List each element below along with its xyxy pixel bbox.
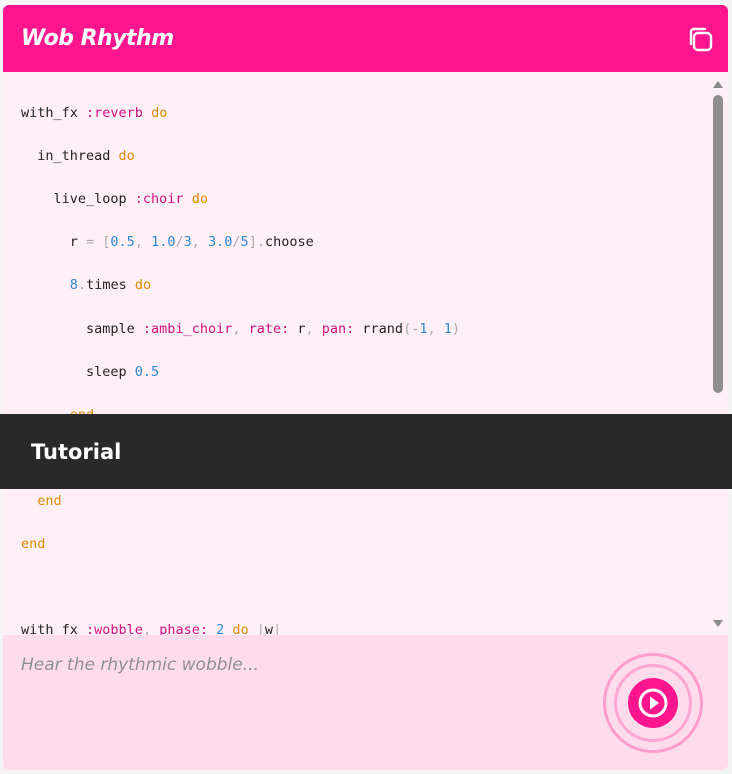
code-line[interactable]: sample :ambi_choir, rate: r, pan: rrand(…: [21, 319, 460, 339]
code-token: live_loop: [21, 191, 135, 207]
code-token: phase:: [159, 622, 208, 635]
code-token: ,: [134, 234, 152, 250]
code-token: with_fx: [21, 105, 87, 121]
code-token: :choir: [134, 191, 184, 207]
code-line[interactable]: r = [0.5, 1.0/3, 3.0/5].choose: [21, 232, 314, 252]
code-line[interactable]: live_loop :choir do: [21, 189, 208, 209]
code-token: sleep: [21, 364, 135, 380]
hint-text: Hear the rhythmic wobble...: [21, 655, 259, 675]
code-token: 1.0: [151, 234, 176, 250]
code-token: do: [118, 148, 135, 164]
code-token: :ambi_choir: [142, 321, 233, 337]
code-token: ,: [305, 321, 322, 337]
code-token: ,: [142, 622, 160, 635]
code-token: |: [273, 622, 282, 635]
copy-button[interactable]: [686, 25, 714, 53]
card-title: Wob Rhythm: [21, 26, 174, 51]
card-footer: Hear the rhythmic wobble...: [3, 635, 728, 770]
code-line[interactable]: end: [21, 491, 62, 511]
code-token: 5: [240, 234, 249, 250]
code-token: 3: [183, 234, 192, 250]
code-token: .: [77, 277, 87, 293]
code-token: do: [134, 277, 152, 293]
code-token: :wobble: [86, 622, 143, 635]
tutorial-label: Tutorial: [31, 439, 122, 464]
code-token: do: [142, 105, 168, 121]
code-line[interactable]: end: [21, 534, 45, 554]
code-token: ): [451, 321, 461, 337]
code-token: 0.5: [134, 364, 160, 380]
scroll-down-arrow-icon[interactable]: [713, 620, 723, 627]
scroll-thumb[interactable]: [713, 95, 723, 393]
code-token: w: [264, 622, 274, 635]
code-line[interactable]: in_thread do: [21, 146, 135, 166]
code-token: ,: [427, 321, 444, 337]
code-token: /: [232, 234, 241, 250]
scroll-up-arrow-icon[interactable]: [713, 81, 723, 88]
play-button-core[interactable]: [628, 678, 678, 728]
code-token: 0.5: [110, 234, 135, 250]
code-scrollbar[interactable]: [709, 72, 728, 635]
play-button[interactable]: [603, 653, 703, 753]
code-token: 1: [443, 321, 452, 337]
code-token: 8: [69, 277, 78, 293]
play-icon: [638, 688, 668, 718]
code-token: ,: [191, 234, 209, 250]
code-token: choose: [264, 234, 314, 250]
code-token: ,: [232, 321, 249, 337]
code-token: rrand: [354, 321, 404, 337]
code-line[interactable]: 8.times do: [21, 275, 151, 295]
code-token: :reverb: [86, 105, 143, 121]
code-token: 3.0: [208, 234, 233, 250]
code-token: end: [37, 493, 62, 509]
card-header: Wob Rhythm: [3, 5, 728, 72]
code-token: in_thread: [21, 148, 119, 164]
code-card: Wob Rhythm with_fx :reverb do in_thread …: [3, 5, 728, 770]
code-token: ].: [248, 234, 265, 250]
code-token: with_fx: [21, 622, 87, 635]
tutorial-banner[interactable]: Tutorial: [0, 414, 732, 489]
code-token: (-: [403, 321, 420, 337]
code-token: r: [21, 234, 87, 250]
code-line[interactable]: with_fx :reverb do: [21, 103, 167, 123]
code-token: /: [175, 234, 184, 250]
code-token: rate:: [248, 321, 290, 337]
code-token: end: [21, 536, 46, 552]
copy-icon: [689, 27, 713, 52]
code-token: |: [256, 622, 265, 635]
code-line[interactable]: with_fx :wobble, phase: 2 do |w|: [21, 620, 281, 635]
code-token: do: [224, 622, 257, 635]
code-token: sample: [21, 321, 143, 337]
code-editor[interactable]: with_fx :reverb do in_thread do live_loo…: [3, 72, 709, 635]
code-token: times: [86, 277, 135, 293]
code-token: = [: [86, 234, 111, 250]
code-token: do: [183, 191, 208, 207]
code-token: r: [289, 321, 306, 337]
code-token: pan:: [321, 321, 355, 337]
code-line[interactable]: sleep 0.5: [21, 362, 159, 382]
